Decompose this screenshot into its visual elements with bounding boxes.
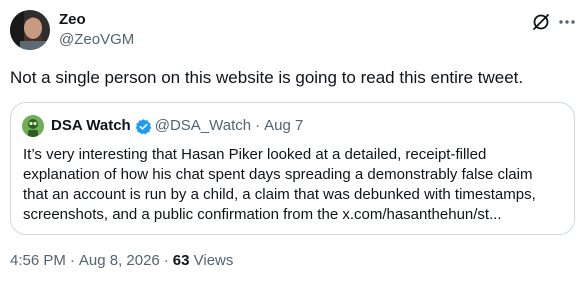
quote-author-name[interactable]: DSA Watch	[51, 117, 131, 135]
quote-text-line: that an account is run by a child, a cla…	[23, 186, 536, 203]
quote-text-line: It’s very interesting that Hasan Piker l…	[23, 146, 487, 163]
quote-header: DSA Watch @DSA_Watch · Aug 7	[51, 117, 303, 135]
tweet-meta: 4:56 PM · Aug 8, 2026 · 63 Views	[10, 251, 233, 271]
author-avatar[interactable]	[10, 10, 50, 50]
quote-author-avatar[interactable]	[22, 115, 44, 137]
more-horizontal-icon[interactable]	[557, 12, 577, 32]
quote-text-line: explanation of how his chat spent days s…	[23, 166, 533, 183]
quote-separator: ·	[255, 117, 261, 134]
quote-author-handle[interactable]: @DSA_Watch	[155, 117, 251, 135]
meta-separator: ·	[69, 252, 75, 269]
verified-badge-icon	[135, 118, 152, 135]
grok-icon[interactable]	[531, 12, 551, 32]
quoted-tweet-card[interactable]: DSA Watch @DSA_Watch · Aug 7 It’s very i…	[10, 102, 575, 235]
quote-text-line: screenshots, and a public confirmation f…	[23, 206, 502, 223]
tweet-date[interactable]: Aug 8, 2026	[79, 252, 160, 269]
tweet-text: Not a single person on this website is g…	[10, 68, 524, 87]
tweet-time[interactable]: 4:56 PM	[10, 252, 66, 269]
meta-separator: ·	[163, 252, 169, 269]
quote-text: It’s very interesting that Hasan Piker l…	[23, 145, 568, 225]
quote-date[interactable]: Aug 7	[264, 117, 303, 135]
views-count: 63	[172, 252, 190, 269]
author-handle[interactable]: @ZeoVGM	[59, 31, 134, 49]
author-name[interactable]: Zeo	[59, 11, 86, 29]
views-label: Views	[193, 252, 234, 269]
